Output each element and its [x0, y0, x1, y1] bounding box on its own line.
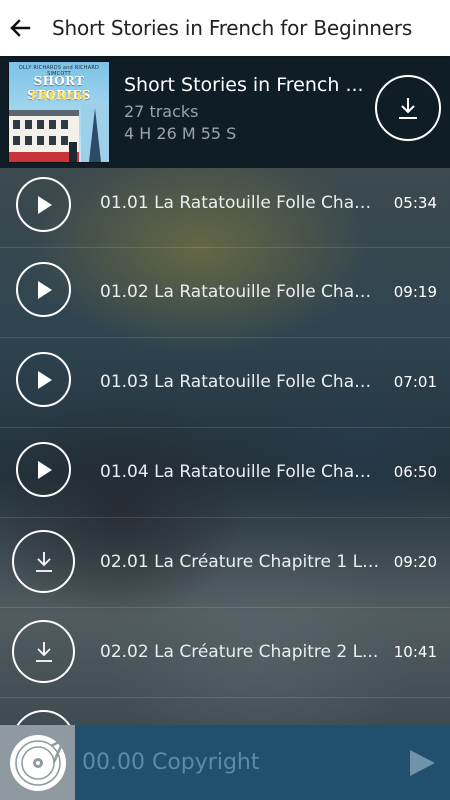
- download-icon: [35, 641, 52, 662]
- download-icon: [399, 98, 417, 119]
- play-icon: [37, 370, 52, 389]
- cover-illustration: [9, 104, 109, 162]
- now-playing-title: 00.00 Copyright: [82, 750, 260, 775]
- play-icon: [37, 195, 52, 214]
- track-row[interactable]: 01.03 La Ratatouille Folle Chap... 07:01: [0, 338, 450, 428]
- track-duration: 05:34: [393, 194, 437, 212]
- track-title: 02.01 La Créature Chapitre 1 L'...: [100, 552, 380, 572]
- play-icon: [37, 280, 52, 299]
- track-title: 01.03 La Ratatouille Folle Chap...: [100, 372, 380, 392]
- download-all-button[interactable]: [375, 75, 441, 141]
- top-app-bar: Short Stories in French for Beginners: [0, 0, 450, 56]
- track-title: 01.04 La Ratatouille Folle Chap...: [100, 462, 380, 482]
- track-row[interactable]: [0, 698, 450, 725]
- arrow-left-icon: [10, 19, 31, 37]
- track-row[interactable]: 02.02 La Créature Chapitre 2 L... 10:41: [0, 608, 450, 698]
- play-button[interactable]: [16, 442, 71, 497]
- now-playing-art[interactable]: [0, 725, 75, 800]
- vinyl-disc-icon: [9, 734, 66, 791]
- album-duration: 4 H 26 M 55 S: [124, 124, 237, 143]
- download-track-button[interactable]: [12, 530, 75, 593]
- download-track-button[interactable]: [12, 620, 75, 683]
- track-duration: 07:01: [393, 373, 437, 391]
- track-row[interactable]: 01.02 La Ratatouille Folle Chap... 09:19: [0, 248, 450, 338]
- cover-title-line2: FRENCH: [31, 90, 87, 103]
- album-header: OLLY RICHARDS and RICHARD SIMCOTT SHORT …: [0, 56, 450, 168]
- track-duration: 06:50: [393, 463, 437, 481]
- album-title: Short Stories in French ...: [124, 74, 364, 96]
- play-icon: [37, 460, 52, 479]
- track-row[interactable]: 02.01 La Créature Chapitre 1 L'... 09:20: [0, 518, 450, 608]
- track-title: 01.02 La Ratatouille Folle Chap...: [100, 282, 380, 302]
- track-duration: 09:20: [393, 553, 437, 571]
- mini-player[interactable]: 00.00 Copyright: [0, 725, 450, 800]
- track-title: 02.02 La Créature Chapitre 2 L...: [100, 642, 379, 662]
- play-button[interactable]: [16, 177, 71, 232]
- album-track-count: 27 tracks: [124, 102, 199, 121]
- page-title: Short Stories in French for Beginners: [52, 16, 413, 40]
- play-icon[interactable]: [405, 747, 437, 779]
- track-duration: 10:41: [393, 643, 437, 661]
- track-duration: 09:19: [393, 283, 437, 301]
- play-button[interactable]: [16, 352, 71, 407]
- track-title: 01.01 La Ratatouille Folle Chap...: [100, 193, 380, 213]
- download-icon: [35, 551, 52, 572]
- play-button[interactable]: [16, 262, 71, 317]
- track-row[interactable]: 01.04 La Ratatouille Folle Chap... 06:50: [0, 428, 450, 518]
- back-button[interactable]: [0, 0, 40, 56]
- track-list[interactable]: 01.01 La Ratatouille Folle Chap... 05:34…: [0, 168, 450, 725]
- album-cover[interactable]: OLLY RICHARDS and RICHARD SIMCOTT SHORT …: [8, 61, 110, 163]
- album-info: Short Stories in French ... 27 tracks 4 …: [124, 74, 368, 143]
- track-row[interactable]: 01.01 La Ratatouille Folle Chap... 05:34: [0, 168, 450, 248]
- download-track-button[interactable]: [12, 710, 75, 725]
